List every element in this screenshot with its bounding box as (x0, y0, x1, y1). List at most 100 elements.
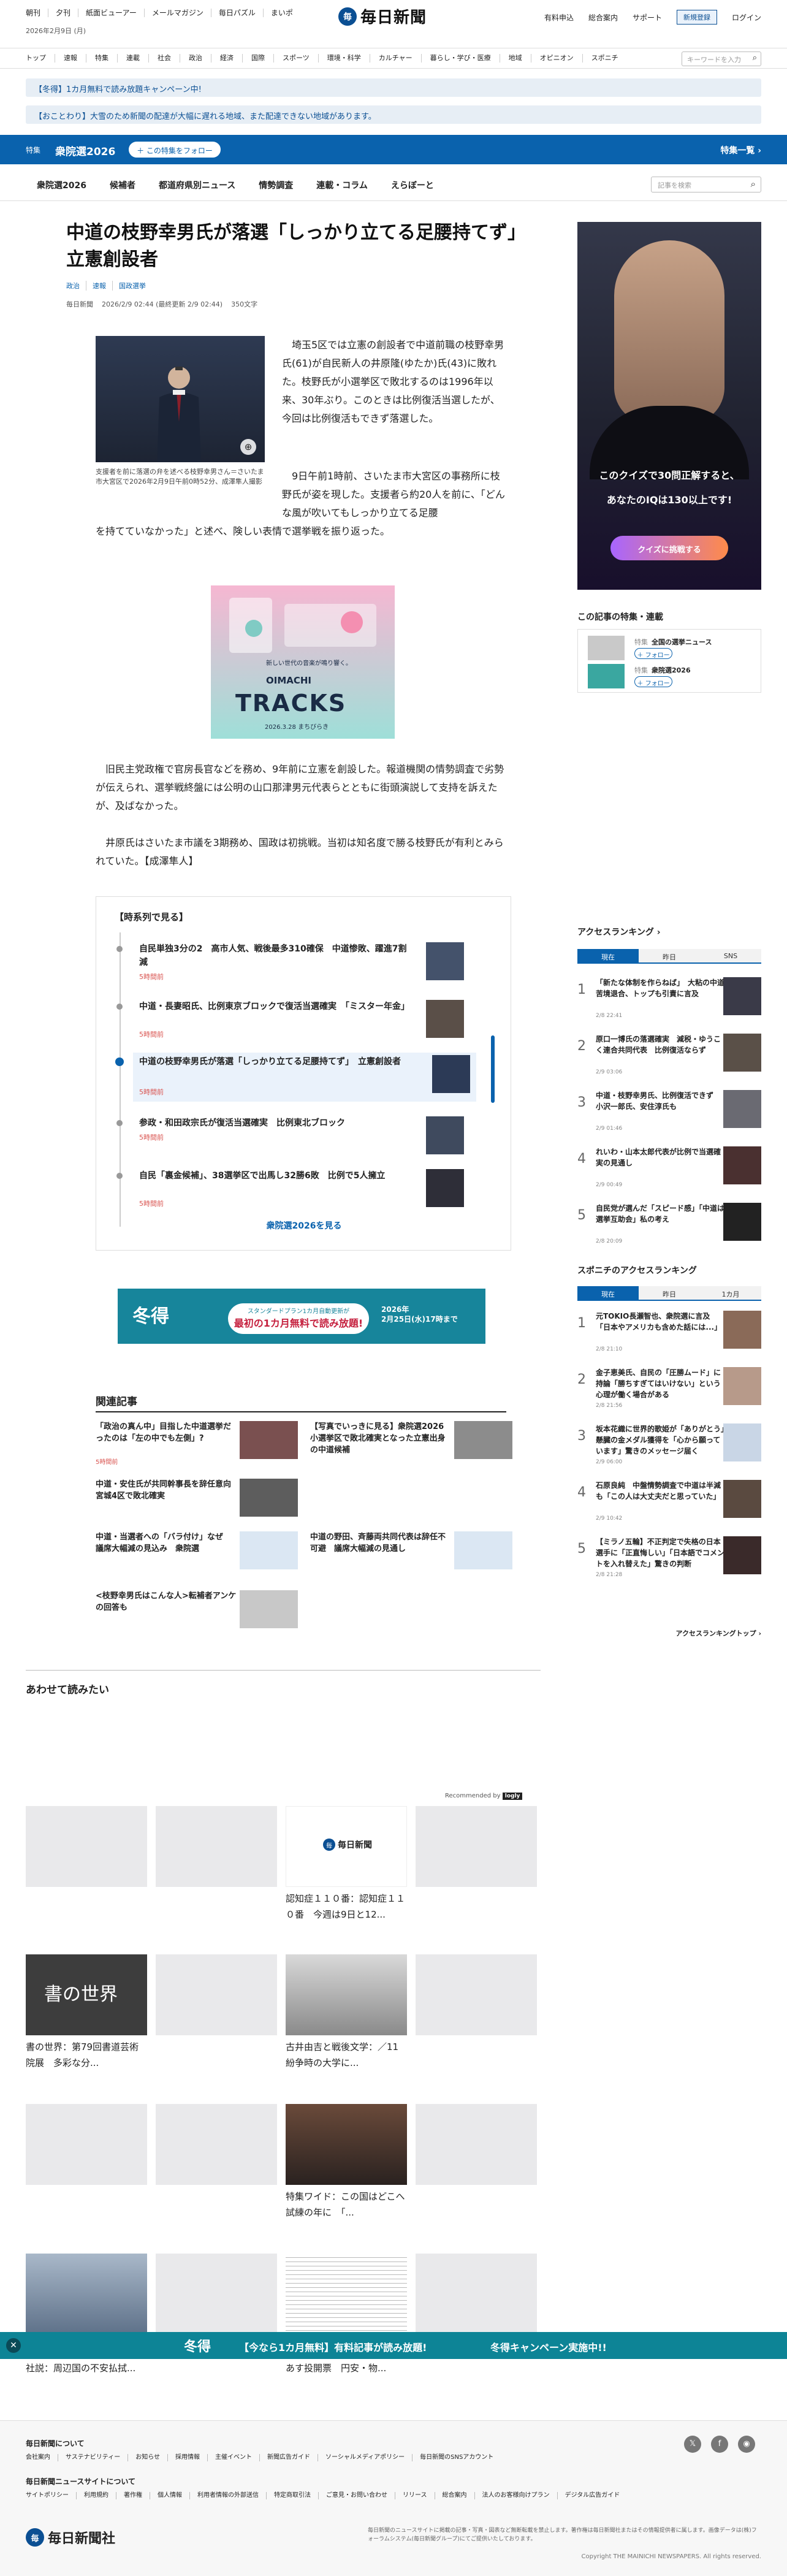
cat-item[interactable]: 社会 (149, 54, 180, 63)
tab-yesterday[interactable]: 昨日 (639, 949, 700, 962)
tab-month[interactable]: 1カ月 (700, 1286, 761, 1300)
rec-title[interactable]: あす投開票 円安・物... (286, 2360, 407, 2376)
cat-item[interactable]: オピニオン (531, 54, 583, 63)
ranking-item[interactable]: 1 元TOKIO長瀬智也、衆院選に言及「日本やアメリカも含めた話には...」 2/8… (577, 1308, 761, 1363)
tab-sns[interactable]: SNS (700, 949, 761, 962)
ranking-item[interactable]: 5 自民党が選んだ「スピード感」「中道は選挙互助会」私の考え 2/8 20:09 (577, 1200, 761, 1256)
toplink-puzzle[interactable]: 毎日パズル (211, 9, 264, 17)
article-photo[interactable]: ⊕ (96, 336, 265, 462)
rec-card-image[interactable]: 書の世界 (26, 1954, 147, 2035)
ranking-item[interactable]: 3 坂本花織に世界的歌姫が「ありがとう」 懸臓の金メダル獲得を「心から願っています… (577, 1421, 761, 1476)
util-info-link[interactable]: 総合案内 (588, 12, 618, 23)
subnav-item[interactable]: 衆院選2026 (37, 179, 86, 191)
rec-card-image[interactable] (26, 2254, 147, 2334)
timeline-item[interactable]: 自民単独3分の2 高市人気、戦後最多310確保 中道惨敗、躍進7割減 5時間前 (116, 940, 464, 989)
cat-item[interactable]: 連載 (118, 54, 149, 63)
cat-item[interactable]: トップ (26, 54, 55, 63)
rec-card-image[interactable] (286, 2104, 407, 2185)
footer-link[interactable]: 採用情報 (168, 2454, 208, 2461)
footer-link[interactable]: 著作権 (116, 2492, 150, 2499)
cat-item[interactable]: 国際 (243, 54, 274, 63)
footer-link[interactable]: 毎日新聞のSNSアカウント (413, 2454, 501, 2461)
tab-now[interactable]: 現在 (577, 949, 639, 962)
campaign-banner[interactable]: 冬得 スタンダードプラン1カ月自動更新が 最初の1カ月無料で読み放題! 2026… (118, 1289, 485, 1344)
register-button[interactable]: 新規登録 (676, 10, 717, 25)
cat-item[interactable]: カルチャー (370, 54, 422, 63)
util-subscribe-link[interactable]: 有料申込 (544, 12, 574, 23)
rec-card-logo[interactable]: 毎 毎日新聞 (286, 1806, 407, 1887)
subnav-item[interactable]: 情勢調査 (259, 179, 293, 191)
footer-link[interactable]: 個人情報 (150, 2492, 190, 2499)
related-item[interactable]: <枝野幸男氏はこんな人>転補者アンケの回答も (96, 1590, 298, 1633)
x-icon[interactable]: 𝕏 (684, 2436, 701, 2453)
tag-link[interactable]: 政治 (66, 281, 86, 291)
timeline-more-link[interactable]: 衆院選2026を見る (96, 1219, 512, 1232)
footer-link[interactable]: 法人のお客様向けプラン (475, 2492, 558, 2499)
tag-link[interactable]: 国政選挙 (119, 281, 152, 291)
footer-link[interactable]: 利用規約 (77, 2492, 116, 2499)
ranking-item[interactable]: 4 石原良純 中盤情勢調査で中道は半減も「この人は大丈夫だと思っていた」 2/9 1… (577, 1477, 761, 1533)
close-icon[interactable]: ✕ (6, 2338, 21, 2353)
ranking-top-link[interactable]: アクセスランキングトップ › (676, 1628, 761, 1638)
rec-title[interactable]: 社説：周辺国の不安払拭... (26, 2360, 147, 2376)
ranking-item[interactable]: 4 れいわ・山本太郎代表が比例で当選確実の見通し 2/9 00:49 (577, 1144, 761, 1199)
rec-title[interactable]: 書の世界：第79回書道芸術院展 多彩な分... (26, 2039, 147, 2071)
notice-campaign[interactable]: 【冬得】1カ月無料で読み放題キャンペーン中! (26, 78, 761, 97)
cat-item[interactable]: スポニチ (583, 54, 627, 63)
timeline-item[interactable]: 自民「裏金候補」、38選挙区で出馬し32勝6敗 比例で5人擁立 5時間前 (116, 1167, 464, 1216)
feature-title[interactable]: 衆院選2026 (55, 143, 115, 158)
subnav-item[interactable]: 候補者 (110, 179, 135, 191)
footer-link[interactable]: 特定商取引法 (267, 2492, 319, 2499)
related-item[interactable]: 中道・当選者への「バラ付け」なぜ 議席大幅減の見込み 衆院選 (96, 1531, 298, 1574)
zoom-icon[interactable]: ⊕ (240, 439, 256, 455)
toplink-viewer[interactable]: 紙面ビューアー (78, 9, 145, 17)
footer-link[interactable]: デジタル広告ガイド (558, 2492, 628, 2499)
login-link[interactable]: ログイン (732, 12, 761, 23)
toplink-evening[interactable]: 夕刊 (48, 9, 79, 17)
topic-follow-button[interactable]: ＋ フォロー (634, 648, 672, 659)
footer-link[interactable]: 総合案内 (435, 2492, 475, 2499)
topic-item[interactable]: 特集 衆院選2026 ＋ フォロー (588, 664, 753, 688)
ranking-item[interactable]: 2 原口一博氏の落選確実 減税・ゆうこく連合共同代表 比例復活ならず 2/9 03:… (577, 1031, 761, 1086)
util-support-link[interactable]: サポート (633, 12, 662, 23)
toplink-maipo[interactable]: まいポ (264, 9, 300, 17)
footer-link[interactable]: サイトポリシー (26, 2492, 77, 2499)
rec-card-image[interactable] (286, 1954, 407, 2035)
subnav-item[interactable]: えらぼーと (391, 179, 434, 191)
related-item[interactable]: 中道の野田、斉藤両共同代表は辞任不可避 議席大幅減の見通し (310, 1531, 512, 1574)
article-search-input[interactable]: 記事を検索 ⌕ (651, 177, 761, 192)
footer-link[interactable]: ソーシャルメディアポリシー (318, 2454, 413, 2461)
ranking-heading[interactable]: アクセスランキング › (577, 926, 661, 938)
rec-title[interactable]: 古井由吉と戦後文学：／11 紛争時の大学に... (286, 2039, 408, 2071)
sticky-campaign-bar[interactable]: ✕ 冬得 【今なら1カ月無料】有料記事が読み放題! 冬得キャンペーン実施中!! (0, 2332, 787, 2359)
sidebar-advertisement[interactable]: このクイズで30問正解すると、 あなたのIQは130以上です! クイズに挑戦する (577, 222, 761, 590)
site-logo[interactable]: 毎 毎日新聞 (338, 5, 427, 28)
keyword-search-input[interactable]: キーワードを入力 ⌕ (682, 51, 761, 66)
ad-cta-button[interactable]: クイズに挑戦する (610, 536, 728, 560)
facebook-icon[interactable]: f (711, 2436, 728, 2453)
rec-card-image[interactable] (286, 2254, 407, 2334)
related-item[interactable]: 「政治の真ん中」目指した中道選挙だったのは「左の中でも左側」? 5時間前 (96, 1421, 298, 1466)
subnav-item[interactable]: 連載・コラム (316, 179, 368, 191)
footer-link[interactable]: 新聞広告ガイド (260, 2454, 319, 2461)
cat-item[interactable]: 環境・科学 (319, 54, 370, 63)
cat-item[interactable]: 暮らし・学び・医療 (422, 54, 500, 63)
topic-follow-button[interactable]: ＋ フォロー (634, 676, 672, 687)
rec-title[interactable]: 特集ワイド：この国はどこへ 試練の年に 「... (286, 2189, 414, 2220)
footer-link[interactable]: リリース (395, 2492, 435, 2499)
cat-item[interactable]: 速報 (55, 54, 86, 63)
timeline-item[interactable]: 中道・長妻昭氏、比例東京ブロックで復活当選確実 「ミスター年金」 5時間前 (116, 997, 464, 1046)
footer-link[interactable]: 会社案内 (26, 2454, 58, 2461)
subnav-item[interactable]: 都道府県別ニュース (159, 179, 235, 191)
related-item[interactable]: 中道・安住氏が共同幹事長を辞任意向 宮城4区で敗北確実 (96, 1479, 298, 1522)
rec-title[interactable]: 認知症１１０番：認知症１１０番 今週は9日と12... (286, 1891, 407, 1922)
tab-now[interactable]: 現在 (577, 1286, 639, 1300)
cat-item[interactable]: 地域 (500, 54, 531, 63)
footer-link[interactable]: サステナビリティー (58, 2454, 129, 2461)
footer-link[interactable]: お知らせ (128, 2454, 169, 2461)
feature-list-link[interactable]: 特集一覧 › (720, 144, 761, 156)
footer-logo[interactable]: 毎 毎日新聞社 (26, 2528, 115, 2547)
timeline-scrollbar[interactable] (491, 1035, 495, 1103)
cat-item[interactable]: 政治 (180, 54, 211, 63)
ranking-item[interactable]: 3 中道・枝野幸男氏、比例復活できず 小沢一郎氏、安住淳氏も 2/9 01:46 (577, 1088, 761, 1143)
